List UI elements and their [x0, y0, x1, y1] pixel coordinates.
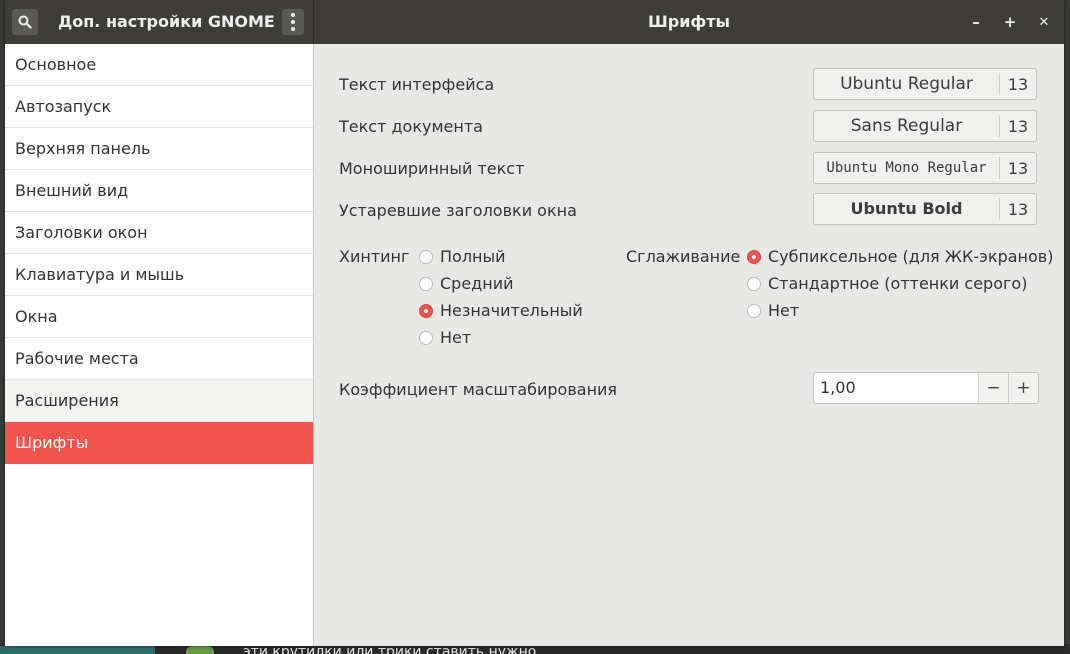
antialiasing-label: Сглаживание [626, 247, 741, 266]
hinting-none-radio[interactable]: Нет [419, 328, 471, 347]
interface-text-label: Текст интерфейса [339, 75, 495, 94]
desktop-app-icon [186, 646, 214, 654]
document-font-size: 13 [1007, 116, 1029, 136]
close-button[interactable]: ✕ [1032, 9, 1056, 35]
interface-font-button[interactable]: Ubuntu Regular 13 [813, 68, 1037, 100]
sidebar-item-general[interactable]: Основное [5, 44, 313, 86]
radio-off-icon [419, 276, 433, 291]
antialiasing-none-label: Нет [768, 301, 800, 320]
hinting-label: Хинтинг [339, 247, 410, 266]
page-title: Шрифты [647, 12, 731, 31]
antialiasing-subpixel-label: Субпиксельное (для ЖК-экранов) [768, 247, 1054, 266]
plus-icon: + [1016, 378, 1031, 398]
sidebar-item-fonts[interactable]: Шрифты [5, 422, 313, 464]
antialiasing-none-radio[interactable]: Нет [747, 301, 799, 320]
scaling-increase-button[interactable]: + [1008, 373, 1038, 403]
scaling-factor-spinbutton: 1,00 − + [813, 372, 1039, 404]
monospace-font-button[interactable]: Ubuntu Mono Regular 13 [813, 152, 1037, 184]
document-font-name: Sans Regular [814, 115, 1000, 137]
minimize-button[interactable]: – [964, 9, 988, 35]
antialiasing-subpixel-radio[interactable]: Субпиксельное (для ЖК-экранов) [747, 247, 1053, 266]
sidebar-item-top-bar[interactable]: Верхняя панель [5, 128, 313, 170]
sidebar-item-windows[interactable]: Окна [5, 296, 313, 338]
hinting-full-label: Полный [440, 247, 506, 266]
monospace-font-size: 13 [1007, 158, 1029, 178]
sidebar-item-extensions[interactable]: Расширения [5, 380, 313, 422]
maximize-icon: + [1003, 13, 1017, 31]
radio-on-icon [419, 303, 433, 318]
monospace-text-label: Моноширинный текст [339, 159, 525, 178]
radio-off-icon [747, 303, 761, 318]
hinting-none-label: Нет [440, 328, 472, 347]
legacy-titles-font-name: Ubuntu Bold [814, 198, 1000, 220]
sidebar-item-appearance[interactable]: Внешний вид [5, 170, 313, 212]
scaling-decrease-button[interactable]: − [978, 373, 1008, 403]
hinting-medium-radio[interactable]: Средний [419, 274, 514, 293]
document-font-button[interactable]: Sans Regular 13 [813, 110, 1037, 142]
sidebar-item-keyboard-mouse[interactable]: Клавиатура и мышь [5, 254, 313, 296]
sidebar: Основное Автозапуск Верхняя панель Внешн… [5, 44, 314, 646]
desktop-teal-strip [0, 646, 155, 654]
desktop: эти крутилки или трики ставить нужно Доп… [0, 0, 1070, 654]
legacy-titles-font-size: 13 [1007, 199, 1029, 219]
sidebar-item-window-titlebars[interactable]: Заголовки окон [5, 212, 313, 254]
titlebar: Доп. настройки GNOME Шрифты – + ✕ [5, 0, 1064, 44]
hinting-full-radio[interactable]: Полный [419, 247, 506, 266]
interface-font-size: 13 [1007, 74, 1029, 94]
radio-on-icon [747, 249, 761, 264]
antialiasing-grayscale-label: Стандартное (оттенки серого) [768, 274, 1028, 293]
hinting-slight-radio[interactable]: Незначительный [419, 301, 583, 320]
scaling-factor-label: Коэффициент масштабирования [339, 380, 618, 399]
tweaks-window: Доп. настройки GNOME Шрифты – + ✕ Основн… [5, 0, 1064, 646]
antialiasing-grayscale-radio[interactable]: Стандартное (оттенки серого) [747, 274, 1027, 293]
monospace-font-name: Ubuntu Mono Regular [814, 157, 1000, 179]
search-icon [18, 15, 32, 29]
hinting-medium-label: Средний [440, 274, 514, 293]
maximize-button[interactable]: + [998, 9, 1022, 35]
radio-off-icon [747, 276, 761, 291]
fonts-panel: Текст интерфейса Ubuntu Regular 13 Текст… [314, 44, 1064, 646]
radio-off-icon [419, 249, 433, 264]
minus-icon: − [986, 378, 1001, 398]
window-controls: – + ✕ [964, 9, 1056, 35]
legacy-titles-label: Устаревшие заголовки окна [339, 201, 577, 220]
document-text-label: Текст документа [339, 117, 483, 136]
app-title: Доп. настройки GNOME [58, 12, 275, 31]
close-icon: ✕ [1038, 14, 1050, 30]
interface-font-name: Ubuntu Regular [814, 73, 1000, 95]
hinting-slight-label: Незначительный [440, 301, 583, 320]
sidebar-item-startup[interactable]: Автозапуск [5, 86, 313, 128]
radio-off-icon [419, 330, 433, 345]
menu-button[interactable] [282, 9, 304, 35]
sidebar-item-workspaces[interactable]: Рабочие места [5, 338, 313, 380]
menu-dot-icon [291, 13, 295, 17]
legacy-titles-font-button[interactable]: Ubuntu Bold 13 [813, 193, 1037, 225]
scaling-factor-input[interactable]: 1,00 [814, 373, 978, 403]
search-button[interactable] [12, 9, 38, 35]
menu-dot-icon [291, 20, 295, 24]
menu-dot-icon [291, 27, 295, 31]
minimize-icon: – [972, 13, 980, 31]
